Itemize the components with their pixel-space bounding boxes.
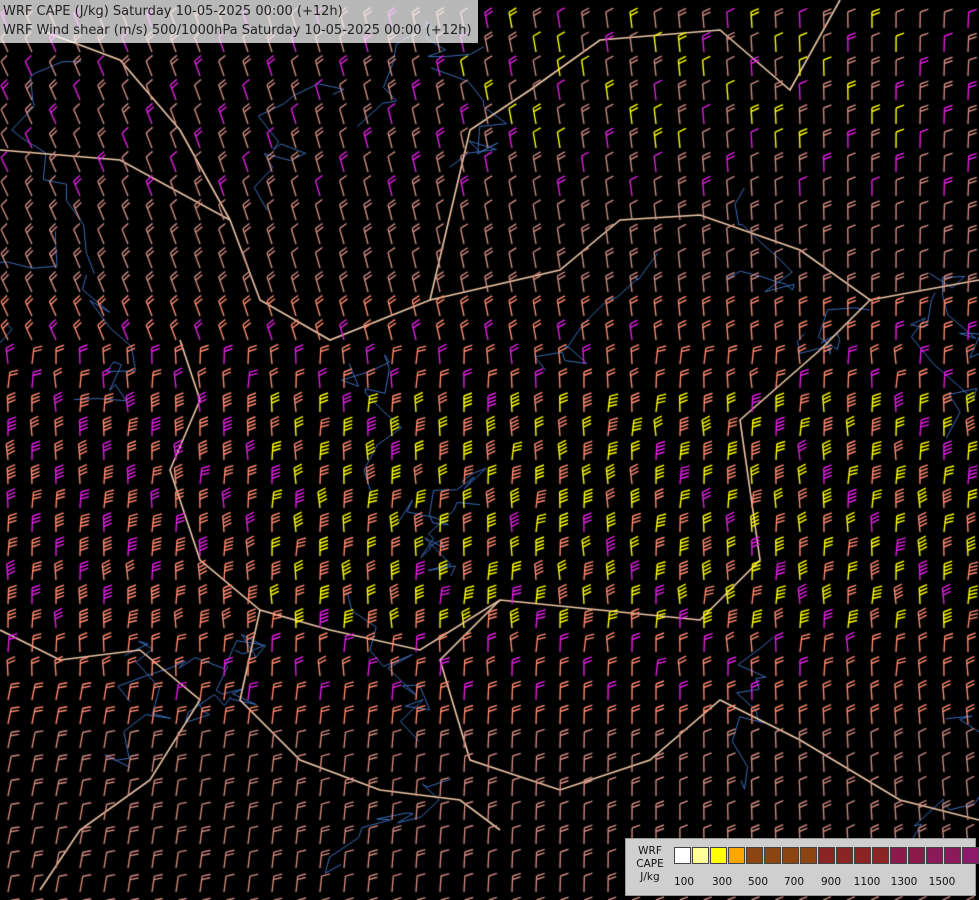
legend-swatch [872, 847, 889, 864]
legend-tick: 500 [747, 876, 769, 888]
legend-tick: 900 [820, 876, 842, 888]
legend-ticks: 100 300 500 700 900 1100 1300 1500 [674, 876, 974, 890]
legend-swatch [890, 847, 907, 864]
legend-swatch [764, 847, 781, 864]
legend-swatches [674, 847, 979, 866]
legend-tick: 1100 [853, 876, 881, 888]
legend-swatch [944, 847, 961, 864]
legend-swatch [836, 847, 853, 864]
legend-swatch [746, 847, 763, 864]
legend-swatch [710, 847, 727, 864]
legend-tick: 1500 [928, 876, 956, 888]
legend-swatch [728, 847, 745, 864]
weather-map [0, 0, 979, 900]
legend-title: WRF CAPE J/kg [636, 845, 664, 883]
legend-swatch [674, 847, 691, 864]
title-wind-shear: WRF Wind shear (m/s) 500/1000hPa Saturda… [3, 23, 472, 38]
map-title: WRF CAPE (J/kg) Saturday 10-05-2025 00:0… [0, 0, 478, 43]
legend-swatch [854, 847, 871, 864]
legend-swatch [962, 847, 979, 864]
legend-tick: 100 [673, 876, 695, 888]
cape-legend: WRF CAPE J/kg 100 300 500 700 900 1100 1… [625, 838, 979, 896]
legend-tick: 300 [711, 876, 733, 888]
legend-swatch [908, 847, 925, 864]
title-cape: WRF CAPE (J/kg) Saturday 10-05-2025 00:0… [3, 4, 343, 19]
legend-swatch [926, 847, 943, 864]
legend-swatch [800, 847, 817, 864]
legend-swatch [692, 847, 709, 864]
legend-tick: 700 [783, 876, 805, 888]
legend-swatch [782, 847, 799, 864]
legend-swatch [818, 847, 835, 864]
legend-tick: 1300 [890, 876, 918, 888]
